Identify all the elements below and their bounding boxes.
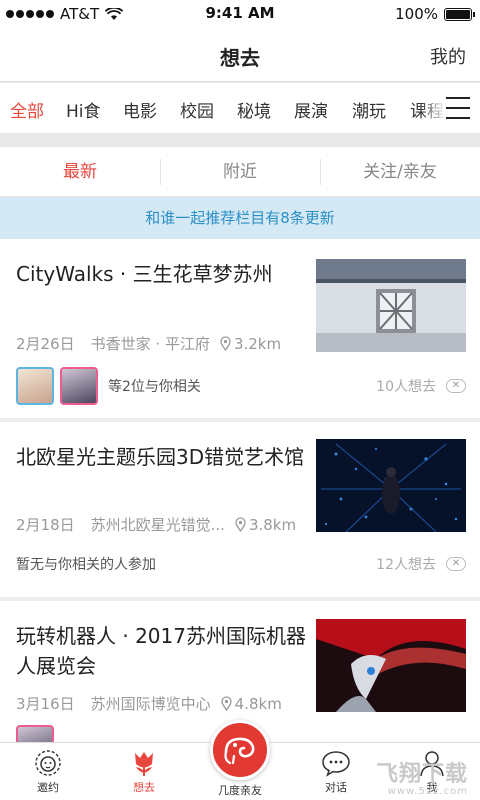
section-gap xyxy=(0,133,480,147)
avatar[interactable] xyxy=(16,367,54,405)
page-title: 想去 xyxy=(220,46,260,70)
category-tab-food[interactable]: Hi食 xyxy=(66,97,101,122)
tulip-icon xyxy=(135,752,153,776)
watermark-url: www.52z.com xyxy=(387,786,468,797)
event-title: 北欧星光主题乐园3D错觉艺术馆 xyxy=(16,445,305,469)
event-date: 2月26日 xyxy=(16,335,75,353)
dismiss-button[interactable]: ✕ xyxy=(446,379,466,393)
category-tab-movie[interactable]: 电影 xyxy=(123,97,157,122)
update-notice[interactable]: 和谁一起推荐栏目有8条更新 xyxy=(0,197,480,239)
related-text: 暂无与你相关的人参加 xyxy=(16,557,156,573)
event-thumbnail xyxy=(316,619,466,712)
my-profile-link[interactable]: 我的 xyxy=(430,43,466,69)
event-place: 苏州国际博览中心 xyxy=(90,695,211,713)
want-count-row: 10人想去 ✕ xyxy=(376,376,466,396)
event-distance: 3.2km xyxy=(233,334,282,353)
tab-label: 邀约 xyxy=(37,781,59,794)
want-count-row: 12人想去 ✕ xyxy=(376,554,466,574)
center-action-label: 几度亲友 xyxy=(218,784,262,797)
status-right: 100% xyxy=(395,5,475,23)
chat-bubble-icon xyxy=(322,751,350,777)
event-date: 2月18日 xyxy=(16,516,75,534)
navigation-bar: 想去 我的 xyxy=(0,28,480,82)
tab-want[interactable]: 想去 xyxy=(96,743,192,800)
event-title: CityWalks · 三生花草梦苏州 xyxy=(16,262,273,286)
event-meta: 2月26日 书香世家 · 平江府 3.2km xyxy=(16,333,281,354)
category-tab-trend[interactable]: 潮玩 xyxy=(352,97,386,122)
category-tabs: 全部 Hi食 电影 校园 秘境 展演 潮玩 课程 xyxy=(0,83,480,133)
event-place: 苏州北欧星光错觉... xyxy=(90,516,225,534)
tab-label: 想去 xyxy=(133,781,155,794)
event-thumbnail xyxy=(316,439,466,532)
related-people: 等2位与你相关 xyxy=(16,367,201,405)
event-date: 3月16日 xyxy=(16,695,75,713)
battery-percent: 100% xyxy=(395,5,438,23)
related-people: 暂无与你相关的人参加 xyxy=(16,554,156,574)
tab-invite[interactable]: 邀约 xyxy=(0,743,96,800)
battery-icon xyxy=(444,7,475,21)
event-card[interactable]: 北欧星光主题乐园3D错觉艺术馆 2月18日 苏州北欧星光错觉... 3.8km … xyxy=(0,422,480,597)
avatar[interactable] xyxy=(60,367,98,405)
chameleon-icon xyxy=(224,737,255,765)
want-count: 12人想去 xyxy=(376,557,436,573)
lion-icon xyxy=(35,750,61,776)
tab-latest[interactable]: 最新 xyxy=(0,147,160,197)
hamburger-icon[interactable] xyxy=(446,97,470,119)
event-meta: 3月16日 苏州国际博览中心 4.8km xyxy=(16,693,282,714)
event-distance: 3.8km xyxy=(248,515,297,534)
center-action-button[interactable] xyxy=(210,720,270,780)
watermark-text: 飞翔下载 xyxy=(375,762,468,787)
related-people xyxy=(16,725,60,742)
event-card[interactable]: CityWalks · 三生花草梦苏州 2月26日 书香世家 · 平江府 3.2… xyxy=(0,239,480,418)
event-place: 书香世家 · 平江府 xyxy=(90,335,210,353)
category-tab-secret[interactable]: 秘境 xyxy=(237,97,271,122)
location-pin-icon xyxy=(221,696,232,711)
tab-nearby[interactable]: 附近 xyxy=(160,147,320,197)
category-tab-campus[interactable]: 校园 xyxy=(180,97,214,122)
tab-chat[interactable]: 对话 xyxy=(288,743,384,800)
event-meta: 2月18日 苏州北欧星光错觉... 3.8km xyxy=(16,514,296,535)
want-count: 10人想去 xyxy=(376,379,436,395)
dismiss-button[interactable]: ✕ xyxy=(446,557,466,571)
category-tab-show[interactable]: 展演 xyxy=(294,97,328,122)
tab-following[interactable]: 关注/亲友 xyxy=(320,147,480,197)
related-text: 等2位与你相关 xyxy=(108,379,201,395)
location-pin-icon xyxy=(235,517,246,532)
event-thumbnail xyxy=(316,259,466,352)
category-tab-all[interactable]: 全部 xyxy=(10,97,44,122)
filter-tabs: 最新 附近 关注/亲友 xyxy=(0,147,480,197)
watermark: 飞翔下载 www.52z.com xyxy=(376,756,468,797)
tab-label: 对话 xyxy=(325,781,347,794)
avatar[interactable] xyxy=(16,725,54,742)
event-distance: 4.8km xyxy=(234,694,282,713)
status-bar: AT&T 9:41 AM 100% xyxy=(0,0,480,28)
event-title: 玩转机器人 · 2017苏州国际机器人展览会 xyxy=(16,624,306,678)
location-pin-icon xyxy=(220,336,231,351)
